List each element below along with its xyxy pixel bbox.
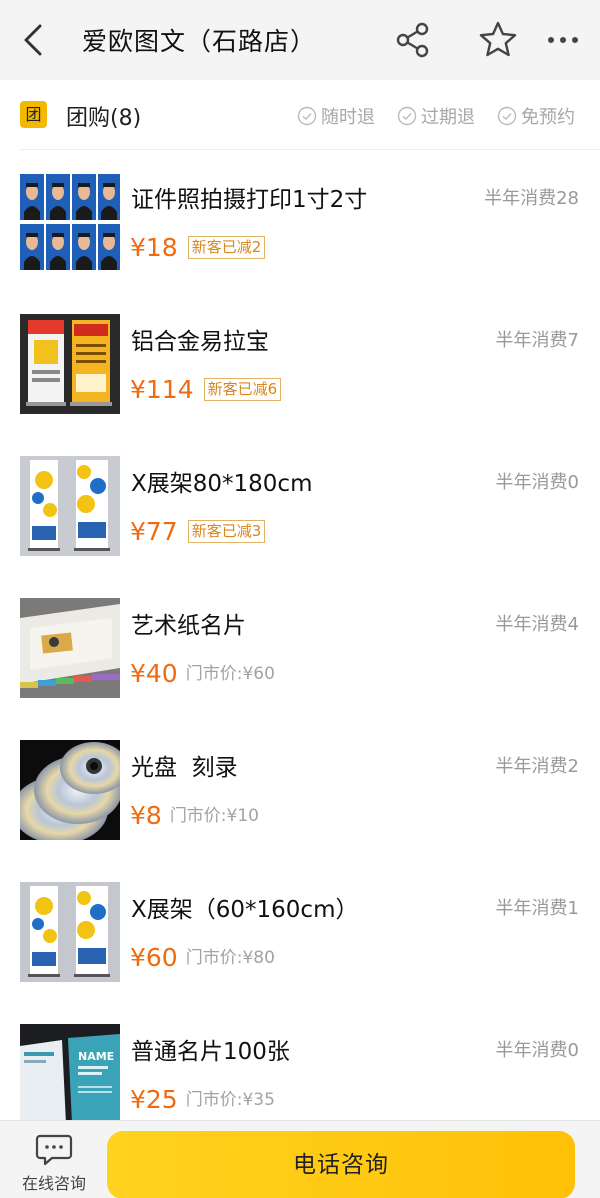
deal-price: ¥18 xyxy=(130,233,178,262)
feature-refund-expired: 过期退 xyxy=(397,103,475,129)
original-price: 门市价:¥80 xyxy=(185,948,275,968)
deal-thumbnail-rollup-banner xyxy=(20,314,120,414)
deal-sales: 半年消费2 xyxy=(495,756,579,777)
deal-price: ¥60 xyxy=(130,943,178,972)
group-buy-title: 团购(8) xyxy=(66,106,142,131)
deal-sales: 半年消费0 xyxy=(495,472,579,493)
deal-price-row: ¥8 门市价:¥10 xyxy=(130,801,259,830)
online-consult-label: 在线咨询 xyxy=(21,1174,86,1193)
deal-price: ¥77 xyxy=(130,517,178,546)
deal-price: ¥8 xyxy=(130,801,162,830)
feature-label: 免预约 xyxy=(521,107,575,128)
business-card-thumb-text: NAME xyxy=(78,1050,114,1063)
feature-label: 过期退 xyxy=(421,107,475,128)
deal-item[interactable]: 艺术纸名片 半年消费4 ¥40 门市价:¥60 xyxy=(0,576,600,698)
deal-price-row: ¥25 门市价:¥35 xyxy=(130,1085,275,1114)
deal-thumbnail-x-stand xyxy=(20,456,120,556)
deal-thumbnail-cd xyxy=(20,740,120,840)
deal-price-row: ¥77 新客已减3 xyxy=(130,517,266,546)
deal-thumbnail-x-stand xyxy=(20,882,120,982)
more-icon xyxy=(548,37,578,43)
share-icon xyxy=(396,22,429,58)
deal-name: X展架（60*160cm） xyxy=(131,897,359,923)
favorite-button[interactable] xyxy=(478,20,518,60)
share-button[interactable] xyxy=(393,20,433,60)
chat-icon xyxy=(35,1134,73,1166)
deal-thumbnail-art-card xyxy=(20,598,120,698)
new-customer-discount-tag: 新客已减2 xyxy=(187,236,266,259)
deal-name: 光盘 刻录 xyxy=(131,755,238,781)
deal-price-row: ¥60 门市价:¥80 xyxy=(130,943,275,972)
feature-refund-anytime: 随时退 xyxy=(297,103,375,129)
deal-price: ¥114 xyxy=(130,375,194,404)
deal-sales: 半年消费7 xyxy=(495,330,579,351)
deal-thumbnail-business-card: NAME xyxy=(20,1024,120,1124)
deal-item[interactable]: 光盘 刻录 半年消费2 ¥8 门市价:¥10 xyxy=(0,718,600,840)
deal-price-row: ¥114 新客已减6 xyxy=(130,375,282,404)
new-customer-discount-tag: 新客已减3 xyxy=(187,520,266,543)
check-circle-icon xyxy=(397,106,417,126)
original-price: 门市价:¥10 xyxy=(169,806,259,826)
deal-thumbnail-id-photo xyxy=(20,172,120,272)
deal-name: 证件照拍摄打印1寸2寸 xyxy=(131,187,368,213)
deal-item[interactable]: 铝合金易拉宝 半年消费7 ¥114 新客已减6 xyxy=(0,292,600,414)
deal-sales: 半年消费1 xyxy=(495,898,579,919)
group-buy-badge: 团 xyxy=(20,101,47,128)
original-price: 门市价:¥60 xyxy=(185,664,275,684)
page-title: 爱欧图文（石路店） xyxy=(82,27,317,56)
deal-name: X展架80*180cm xyxy=(131,471,313,497)
deal-item[interactable]: NAME 普通名片100张 半年消费0 ¥25 门市价:¥35 xyxy=(0,1002,600,1124)
deal-sales: 半年消费0 xyxy=(495,1040,579,1061)
top-nav-bar: 爱欧图文（石路店） xyxy=(0,0,600,80)
deal-sales: 半年消费28 xyxy=(484,188,579,209)
new-customer-discount-tag: 新客已减6 xyxy=(203,378,282,401)
feature-label: 随时退 xyxy=(321,107,375,128)
deal-item[interactable]: X展架80*180cm 半年消费0 ¥77 新客已减3 xyxy=(0,434,600,556)
deal-price-row: ¥40 门市价:¥60 xyxy=(130,659,275,688)
back-icon xyxy=(24,24,42,56)
online-consult-button[interactable]: 在线咨询 xyxy=(10,1133,98,1193)
group-buy-header: 团 团购(8) 随时退 过期退 免预约 xyxy=(0,80,600,150)
phone-consult-button[interactable]: 电话咨询 xyxy=(107,1131,575,1198)
deal-item[interactable]: X展架（60*160cm） 半年消费1 ¥60 门市价:¥80 xyxy=(0,860,600,982)
deal-price: ¥25 xyxy=(130,1085,178,1114)
check-circle-icon xyxy=(297,106,317,126)
deal-sales: 半年消费4 xyxy=(495,614,579,635)
deal-price: ¥40 xyxy=(130,659,178,688)
deal-price-row: ¥18 新客已减2 xyxy=(130,233,266,262)
bottom-action-bar: 在线咨询 电话咨询 xyxy=(0,1120,600,1198)
deal-name: 铝合金易拉宝 xyxy=(131,329,269,355)
deal-name: 普通名片100张 xyxy=(131,1039,290,1065)
deal-item[interactable]: 证件照拍摄打印1寸2寸 半年消费28 ¥18 新客已减2 xyxy=(0,150,600,272)
star-icon xyxy=(479,21,517,57)
page: 爱欧图文（石路店） 团 团购(8) 随时退 过期退 免预约 证件照拍摄打印1寸2… xyxy=(0,0,600,1198)
back-button[interactable] xyxy=(18,20,54,60)
feature-no-reservation: 免预约 xyxy=(497,103,575,129)
check-circle-icon xyxy=(497,106,517,126)
original-price: 门市价:¥35 xyxy=(185,1090,275,1110)
more-button[interactable] xyxy=(543,20,583,60)
deal-name: 艺术纸名片 xyxy=(131,613,246,639)
